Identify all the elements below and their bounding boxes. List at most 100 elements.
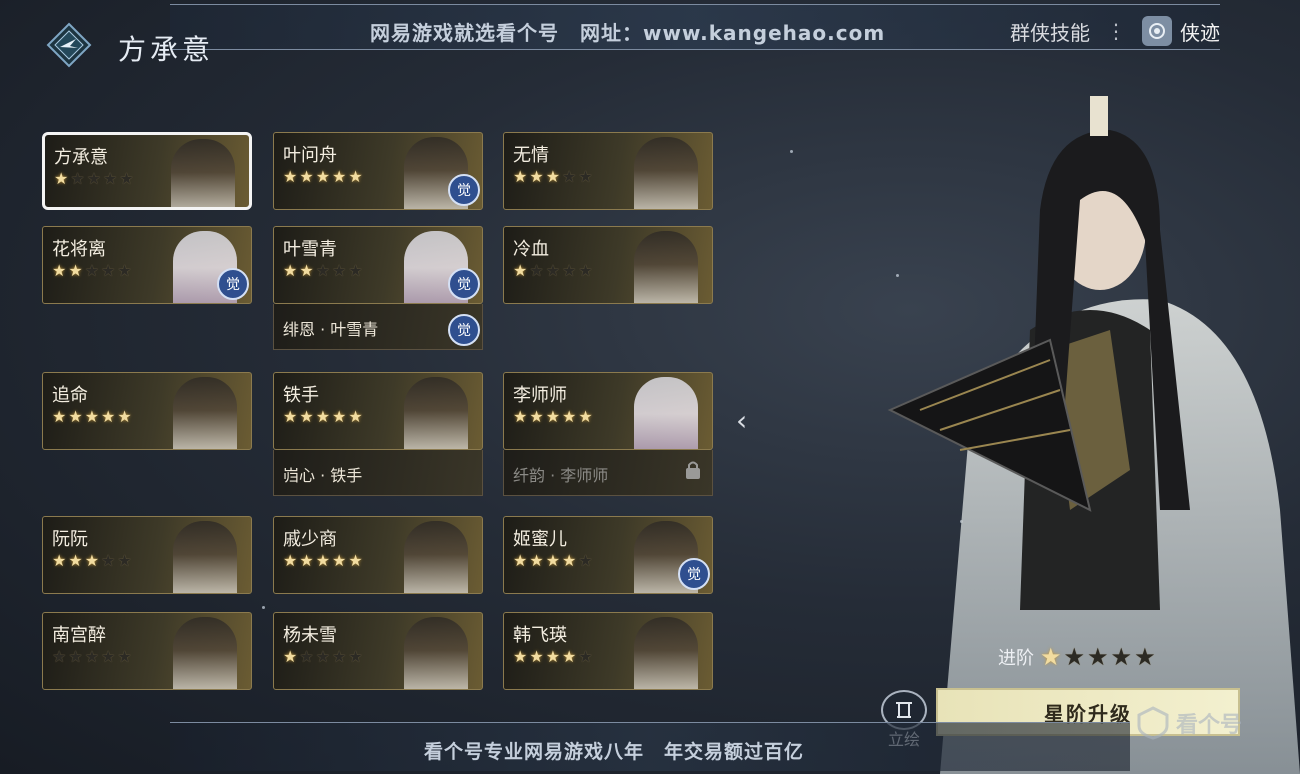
star-empty-icon: ★ [119,169,134,188]
hero-name: 无情 [513,145,549,166]
star-filled-icon: ★ [84,551,100,570]
hero-card[interactable]: 韩飞瑛 ★ ★ ★ ★ ★ [503,612,713,690]
star-filled-icon: ★ [299,407,314,426]
hero-thumbnail [634,377,698,449]
star-filled-icon: ★ [68,551,83,570]
star-empty-icon: ★ [1087,643,1109,671]
hero-card[interactable]: 追命 ★ ★ ★ ★ ★ [42,372,252,450]
star-filled-icon: ★ [283,167,298,186]
star-empty-icon: ★ [101,261,116,280]
hero-thumbnail [404,617,468,689]
hero-stars: ★ ★ ★ ★ ★ [52,649,132,665]
hero-stars: ★ ★ ★ ★ ★ [283,553,363,569]
awakened-badge: 觉 [448,174,480,206]
hero-stars: ★ ★ ★ ★ ★ [52,409,132,425]
hero-thumbnail [404,521,468,593]
hero-name: 花将离 [52,239,106,260]
hero-variant-card[interactable]: 纤韵 · 李师师 [503,450,713,496]
hero-variant-card[interactable]: 绯恩 · 叶雪青 觉 [273,304,483,350]
more-icon[interactable]: ⋮ [1106,19,1126,43]
star-empty-icon: ★ [332,261,347,280]
hero-card[interactable]: 南宫醉 ★ ★ ★ ★ ★ [42,612,252,690]
star-filled-icon: ★ [299,167,314,186]
hero-variant-card[interactable]: 岿心 · 铁手 [273,450,483,496]
star-empty-icon: ★ [315,647,331,666]
hero-stars: ★ ★ ★ ★ ★ [52,553,132,569]
star-filled-icon: ★ [332,407,347,426]
star-filled-icon: ★ [513,647,528,666]
hero-skills-button[interactable]: 群侠技能 [1010,17,1090,46]
star-filled-icon: ★ [529,167,544,186]
star-filled-icon: ★ [513,167,528,186]
star-empty-icon: ★ [1134,643,1156,671]
hero-name: 姬蜜儿 [513,529,567,550]
star-empty-icon: ★ [84,261,100,280]
bottom-banner: 看个号专业网易游戏八年 年交易额过百亿 [170,722,1130,771]
hero-trace-label: 侠迹 [1180,20,1220,45]
star-filled-icon: ★ [52,261,67,280]
awakened-badge: 觉 [217,268,249,300]
hero-card[interactable]: 无情 ★ ★ ★ ★ ★ [503,132,713,210]
hero-card[interactable]: 花将离 ★ ★ ★ ★ ★ 觉 [42,226,252,304]
hero-card[interactable]: 戚少商 ★ ★ ★ ★ ★ [273,516,483,594]
star-filled-icon: ★ [283,407,298,426]
star-filled-icon: ★ [348,551,363,570]
hero-variant-name: 绯恩 · 叶雪青 [283,320,379,339]
star-filled-icon: ★ [348,167,363,186]
star-filled-icon: ★ [52,407,67,426]
hero-thumbnail [171,139,235,207]
star-empty-icon: ★ [348,261,363,280]
hero-stars: ★ ★ ★ ★ ★ [513,649,593,665]
hero-trace-button[interactable]: 侠迹 [1142,16,1220,46]
star-filled-icon: ★ [513,551,528,570]
star-empty-icon: ★ [545,261,561,280]
hero-name: 杨未雪 [283,625,337,646]
star-empty-icon: ★ [1110,643,1133,671]
hero-card[interactable]: 冷血 ★ ★ ★ ★ ★ [503,226,713,304]
star-filled-icon: ★ [1040,643,1062,671]
menu-emblem-icon[interactable] [46,22,92,68]
star-filled-icon: ★ [545,551,561,570]
hero-stars: ★ ★ ★ ★ ★ [513,553,593,569]
hero-stars: ★ ★ ★ ★ ★ [54,171,134,187]
star-empty-icon: ★ [578,261,593,280]
hero-name: 铁手 [283,385,319,406]
hero-thumbnail [173,377,237,449]
star-filled-icon: ★ [562,647,577,666]
watermark-shield-icon [1137,706,1169,740]
watermark-logo: 看个号 [1136,706,1242,740]
star-filled-icon: ★ [529,551,544,570]
advancement-row: 进阶 ★ ★ ★ ★ ★ [998,644,1156,670]
hero-stars: ★ ★ ★ ★ ★ [283,169,363,185]
star-filled-icon: ★ [299,551,314,570]
hero-card[interactable]: 铁手 ★ ★ ★ ★ ★ [273,372,483,450]
star-filled-icon: ★ [545,647,561,666]
star-empty-icon: ★ [103,169,118,188]
collapse-arrow-icon[interactable]: ‹ [736,404,747,437]
hero-thumbnail [173,617,237,689]
star-filled-icon: ★ [332,551,347,570]
hero-thumbnail [173,521,237,593]
star-empty-icon: ★ [332,647,347,666]
star-filled-icon: ★ [68,261,83,280]
star-empty-icon: ★ [578,647,593,666]
hero-card[interactable]: 阮阮 ★ ★ ★ ★ ★ [42,516,252,594]
hero-card[interactable]: 叶雪青 ★ ★ ★ ★ ★ 觉 [273,226,483,304]
star-filled-icon: ★ [52,551,67,570]
star-filled-icon: ★ [101,407,116,426]
hero-card[interactable]: 叶问舟 ★ ★ ★ ★ ★ 觉 [273,132,483,210]
watermark-logo-text: 看个号 [1176,713,1243,738]
hero-portrait-art [887,96,1300,774]
hero-card[interactable]: 杨未雪 ★ ★ ★ ★ ★ [273,612,483,690]
hero-stars: ★ ★ ★ ★ ★ [283,263,363,279]
hero-name: 阮阮 [52,529,88,550]
hero-card[interactable]: 李师师 ★ ★ ★ ★ ★ [503,372,713,450]
star-filled-icon: ★ [283,647,298,666]
hero-name: 叶雪青 [283,239,337,260]
advancement-stars: ★ ★ ★ ★ ★ [1040,645,1156,669]
star-filled-icon: ★ [84,407,100,426]
hero-card[interactable]: 方承意 ★ ★ ★ ★ ★ [42,132,252,210]
hero-name: 叶问舟 [283,145,337,166]
star-empty-icon: ★ [70,169,85,188]
hero-card[interactable]: 姬蜜儿 ★ ★ ★ ★ ★ 觉 [503,516,713,594]
